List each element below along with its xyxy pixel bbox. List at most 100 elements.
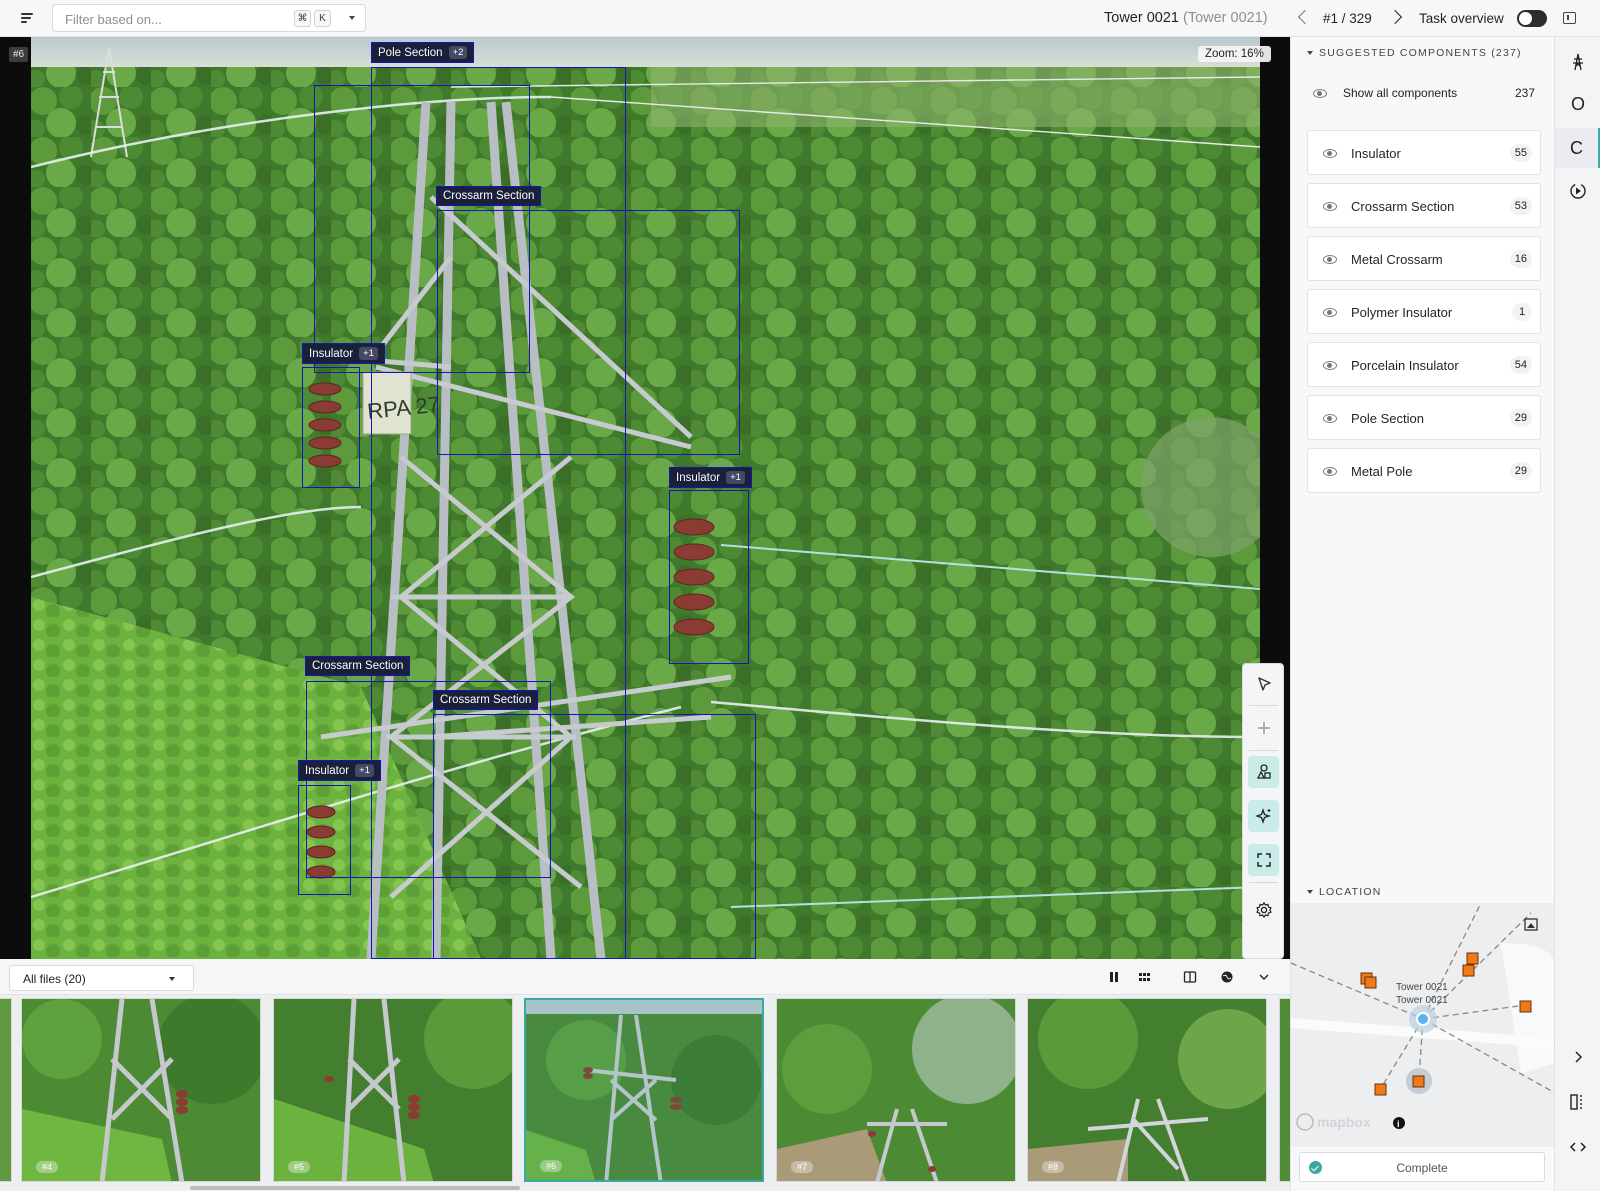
shapes-icon[interactable] xyxy=(1248,756,1279,788)
annotation-tag[interactable]: Pole Section +2 xyxy=(371,42,475,63)
tower-icon[interactable] xyxy=(1555,42,1600,82)
annotation-label: Crossarm Section xyxy=(443,190,535,202)
add-icon[interactable] xyxy=(1248,712,1279,744)
annotation-tag[interactable]: Crossarm Section xyxy=(436,186,542,206)
annotation-tag[interactable]: Insulator +1 xyxy=(302,343,385,364)
fit-screen-icon[interactable] xyxy=(1248,844,1279,876)
thumbnail-image xyxy=(777,999,1015,1181)
component-label: Polymer Insulator xyxy=(1351,305,1453,320)
collapse-strip-icon[interactable] xyxy=(1255,968,1273,986)
component-label: Insulator xyxy=(1351,146,1401,161)
annotation-label: Insulator xyxy=(309,347,354,360)
component-item[interactable]: Metal Crossarm 16 xyxy=(1307,236,1541,281)
annotation-more-count: +2 xyxy=(448,46,468,59)
map-label-1: Tower 0021 xyxy=(1396,982,1448,993)
thumbnail-label: #8 xyxy=(1042,1161,1065,1173)
component-label: Metal Crossarm xyxy=(1351,252,1443,267)
view-single-icon[interactable] xyxy=(1105,968,1123,986)
annotation-label: Insulator xyxy=(305,764,350,777)
rail-item-c[interactable]: C xyxy=(1555,128,1600,168)
component-item[interactable]: Pole Section 29 xyxy=(1307,395,1541,440)
rail-item-o[interactable]: O xyxy=(1555,84,1600,124)
split-panel-icon[interactable] xyxy=(1555,1082,1600,1122)
component-item[interactable]: Insulator 55 xyxy=(1307,130,1541,175)
show-all-components-row[interactable]: Show all components 237 xyxy=(1307,79,1543,107)
filter-input[interactable]: Filter based on... ⌘ K xyxy=(52,4,366,32)
complete-button[interactable]: Complete xyxy=(1299,1152,1545,1182)
eye-icon[interactable] xyxy=(1323,255,1337,264)
annotation-label: Insulator xyxy=(676,471,721,484)
thumbnail-partial[interactable] xyxy=(0,998,12,1182)
location-header[interactable]: LOCATION xyxy=(1307,886,1382,898)
thumbnail[interactable]: #4 xyxy=(21,998,261,1182)
play-history-icon[interactable] xyxy=(1555,171,1600,211)
component-label: Crossarm Section xyxy=(1351,199,1455,214)
annotation-label: Pole Section xyxy=(378,46,443,59)
previous-image-button[interactable] xyxy=(1297,9,1313,25)
bbox-crossarm-section-top[interactable] xyxy=(437,210,740,455)
thumbnail-image xyxy=(274,999,512,1181)
thumbnail-partial[interactable] xyxy=(1279,998,1290,1182)
annotation-toolbar xyxy=(1242,663,1284,959)
task-overview-toggle[interactable] xyxy=(1517,10,1547,27)
eye-icon[interactable] xyxy=(1323,467,1337,476)
top-bar: Filter based on... ⌘ K Tower 0021 (Tower… xyxy=(0,0,1600,37)
bbox-insulator-lower[interactable] xyxy=(298,785,351,895)
component-item[interactable]: Porcelain Insulator 54 xyxy=(1307,342,1541,387)
shortcut-cmd-key: ⌘ xyxy=(294,10,311,27)
filter-dropdown-icon[interactable] xyxy=(349,16,355,20)
chevron-down-icon xyxy=(169,977,175,981)
annotation-tag[interactable]: Crossarm Section xyxy=(305,656,411,676)
annotation-tag[interactable]: Insulator +1 xyxy=(298,760,381,781)
annotation-label: Crossarm Section xyxy=(440,694,532,706)
tower-subtitle: (Tower 0021) xyxy=(1183,10,1268,26)
complete-label: Complete xyxy=(1396,1161,1448,1175)
globe-icon[interactable] xyxy=(1218,968,1236,986)
component-item[interactable]: Crossarm Section 53 xyxy=(1307,183,1541,228)
tower-name: Tower 0021 xyxy=(1104,10,1179,26)
task-overview-label: Task overview xyxy=(1419,11,1504,26)
component-item[interactable]: Metal Pole 29 xyxy=(1307,448,1541,493)
bbox-insulator-left[interactable] xyxy=(302,367,360,488)
component-count: 54 xyxy=(1509,356,1532,374)
image-id-badge: #6 xyxy=(9,47,29,62)
annotation-more-count: +1 xyxy=(726,471,745,484)
suggested-components-header[interactable]: SUGGESTED COMPONENTS (237) xyxy=(1307,47,1522,59)
annotation-tag[interactable]: Insulator +1 xyxy=(669,467,752,488)
split-view-icon[interactable] xyxy=(1181,968,1199,986)
thumbnail-label: #7 xyxy=(791,1161,814,1173)
next-image-button[interactable] xyxy=(1387,9,1403,25)
eye-icon[interactable] xyxy=(1323,149,1337,158)
thumbnail[interactable]: #8 xyxy=(1027,998,1267,1182)
settings-icon[interactable] xyxy=(1248,894,1279,926)
eye-icon[interactable] xyxy=(1323,361,1337,370)
component-count: 29 xyxy=(1509,462,1532,480)
bbox-insulator-right[interactable] xyxy=(669,490,749,664)
eye-icon[interactable] xyxy=(1323,202,1337,211)
thumbnail-scrollbar[interactable] xyxy=(190,1186,520,1190)
view-grid-icon[interactable] xyxy=(1135,968,1153,986)
thumbnail-active[interactable]: #6 xyxy=(524,998,764,1182)
component-item[interactable]: Polymer Insulator 1 xyxy=(1307,289,1541,334)
bbox-crossarm-section-bottom[interactable] xyxy=(433,714,756,959)
code-icon[interactable] xyxy=(1555,1127,1600,1167)
eye-icon[interactable] xyxy=(1323,308,1337,317)
image-counter: #1 / 329 xyxy=(1323,11,1372,26)
menu-icon[interactable] xyxy=(18,10,36,26)
suggested-components-title: SUGGESTED COMPONENTS (237) xyxy=(1319,47,1522,59)
component-label: Porcelain Insulator xyxy=(1351,358,1459,373)
annotation-tag[interactable]: Crossarm Section xyxy=(433,690,539,710)
files-dropdown[interactable]: All files (20) xyxy=(9,965,194,991)
image-viewer[interactable]: RPA 27 #6 Zoom: 16% Pole Section +2 Cros… xyxy=(0,37,1290,959)
eye-icon[interactable] xyxy=(1313,89,1327,98)
select-pointer-icon[interactable] xyxy=(1248,668,1279,700)
panel-layout-icon[interactable] xyxy=(1563,12,1576,24)
zoom-level: Zoom: 16% xyxy=(1198,46,1271,62)
eye-icon[interactable] xyxy=(1323,414,1337,423)
location-map[interactable]: Tower 0021 Tower 0021 mapbox i xyxy=(1291,903,1555,1147)
thumbnail[interactable]: #5 xyxy=(273,998,513,1182)
thumbnail[interactable]: #7 xyxy=(776,998,1016,1182)
thumbnail-label: #4 xyxy=(36,1161,59,1173)
ai-sparkle-icon[interactable] xyxy=(1248,800,1279,832)
chevron-right-icon[interactable] xyxy=(1555,1037,1600,1077)
